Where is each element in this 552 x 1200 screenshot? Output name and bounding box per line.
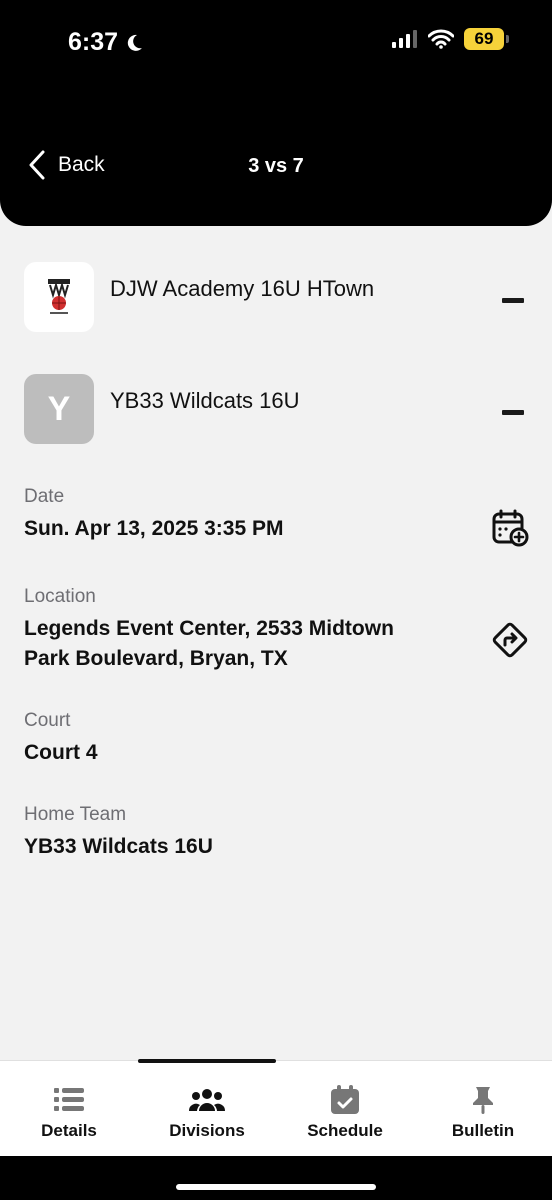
pin-icon [473,1087,493,1114]
djw-logo-icon [48,279,70,314]
active-tab-indicator [138,1059,276,1063]
top-header: 6:37 69 Back 3 vs 7 [0,0,552,226]
team-row[interactable]: Y YB33 Wildcats 16U [24,374,300,444]
court-section: Court Court 4 [24,710,484,768]
team-logo [24,262,94,332]
location-label: Location [24,586,96,607]
home-team-label: Home Team [24,804,127,825]
tab-bulletin[interactable]: Bulletin [414,1085,552,1141]
location-line-1: Legends Event Center, 2533 Midtown [24,617,394,640]
team-name: DJW Academy 16U HTown [110,276,375,301]
team-row-home-away[interactable]: DJW Academy 16U HTown [24,262,374,332]
tab-details[interactable]: Details [0,1085,138,1141]
home-indicator[interactable] [176,1184,376,1190]
wifi-icon [428,29,454,49]
people-icon [188,1089,226,1111]
add-to-calendar-icon[interactable] [490,508,530,548]
tab-divisions[interactable]: Divisions [138,1085,276,1141]
bottom-tab-bar: Details Divisions Schedule Bulletin [0,1059,552,1156]
calendar-check-icon [331,1085,359,1114]
court-label: Court [24,710,71,731]
directions-icon[interactable] [490,620,530,660]
date-section: Date Sun. Apr 13, 2025 3:35 PM [24,486,484,544]
court-value: Court 4 [24,741,98,764]
tab-schedule[interactable]: Schedule [276,1085,414,1141]
signal-icon [392,30,417,48]
date-label: Date [24,486,65,507]
page-title: 3 vs 7 [248,155,304,177]
date-value: Sun. Apr 13, 2025 3:35 PM [24,517,284,540]
status-time: 6:37 [68,28,144,57]
home-team-value: YB33 Wildcats 16U [24,835,213,858]
moon-icon [127,34,143,51]
list-icon [54,1088,84,1111]
location-section: Location Legends Event Center, 2533 Midt… [24,586,484,674]
team-name: YB33 Wildcats 16U [110,388,300,413]
battery-icon: 69 [464,28,509,50]
home-team-section: Home Team YB33 Wildcats 16U [24,804,484,862]
status-indicators: 69 [392,28,509,50]
collapse-team-2-button[interactable] [502,410,524,415]
location-line-2: Park Boulevard, Bryan, TX [24,647,288,670]
home-indicator-area [0,1156,552,1200]
collapse-team-1-button[interactable] [502,298,524,303]
team-logo-placeholder: Y [24,374,94,444]
